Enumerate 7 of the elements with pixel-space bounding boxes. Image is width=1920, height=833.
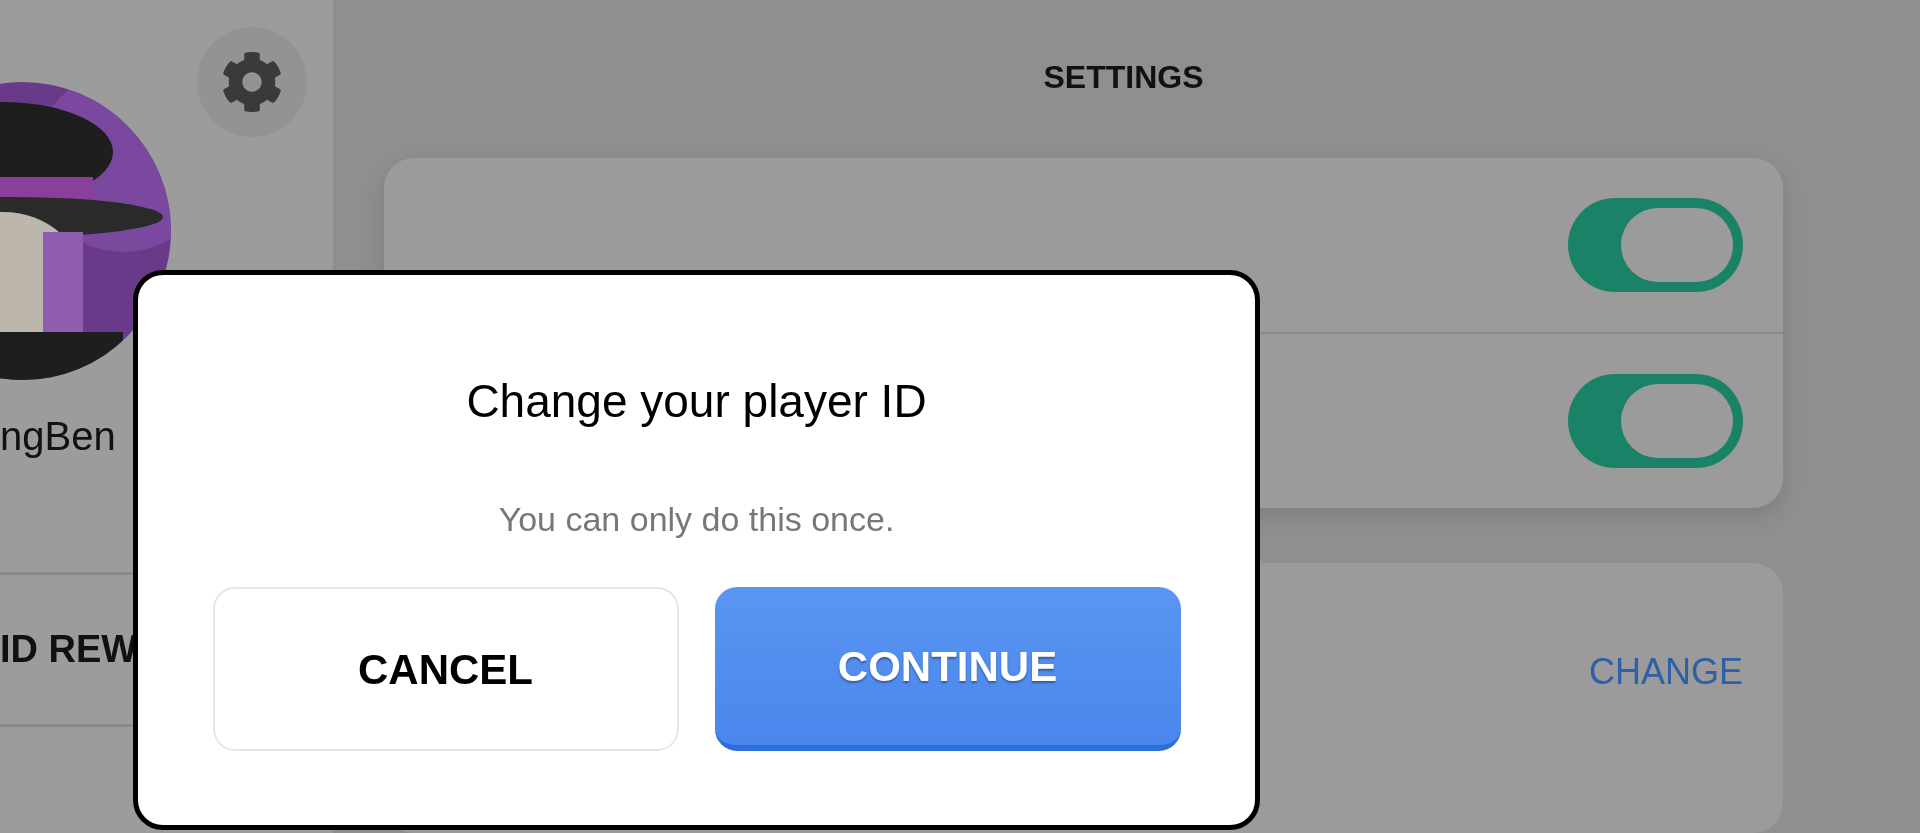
cancel-button[interactable]: CANCEL [212,587,679,751]
dialog-message: You can only do this once. [498,499,895,540]
page-title: SETTINGS [1043,58,1204,98]
dialog-title: Change your player ID [466,374,927,429]
settings-icon [221,51,283,113]
menu-item[interactable]: ID REW [0,621,138,678]
username: ngBen [0,413,116,460]
